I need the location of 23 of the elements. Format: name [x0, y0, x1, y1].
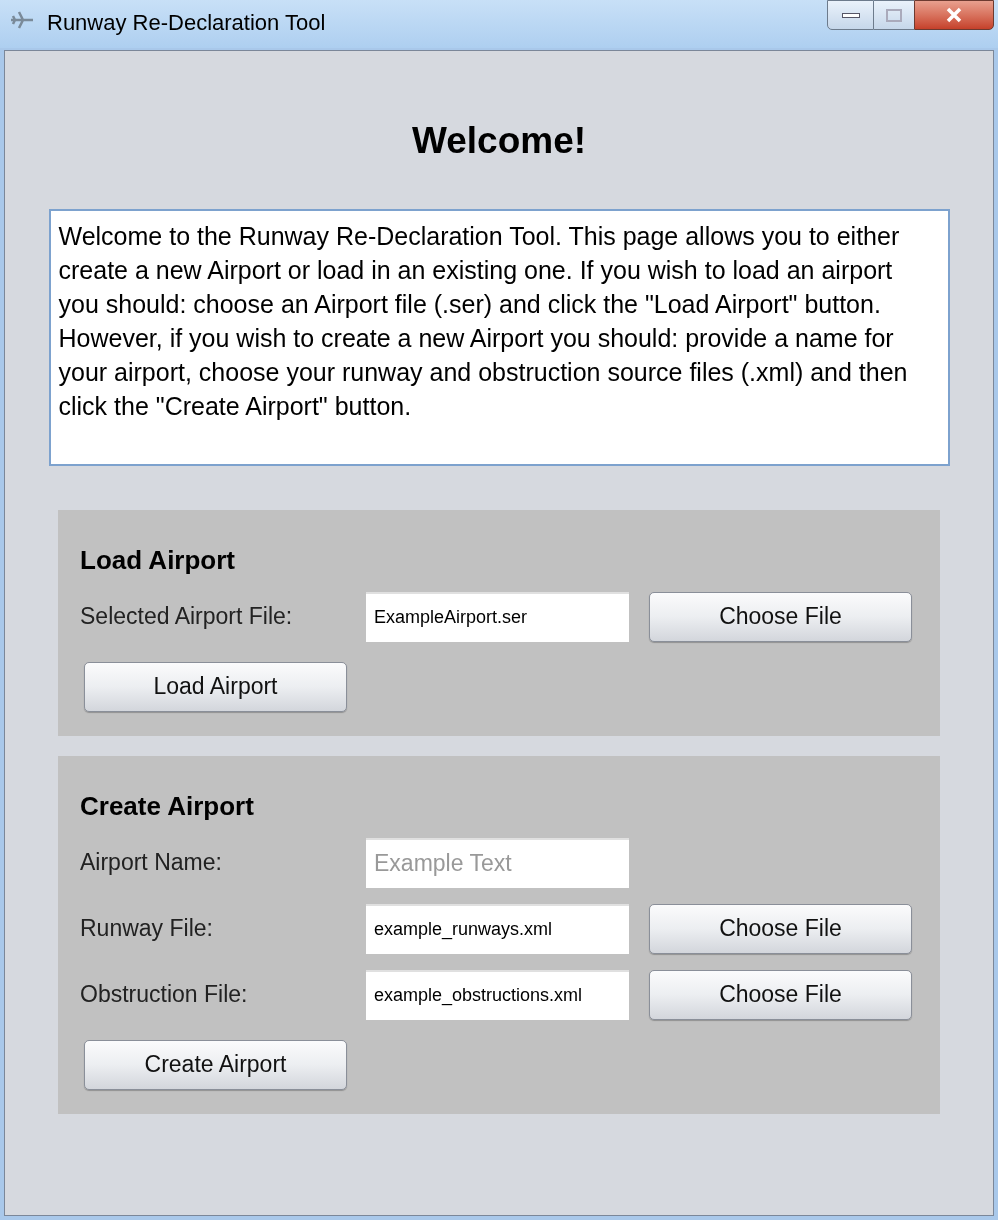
choose-file-button[interactable]: Choose File [649, 591, 912, 642]
file-path-field[interactable]: example_obstructions.xml [366, 969, 629, 1020]
field-label: Runway File: [80, 914, 214, 944]
maximize-button[interactable] [874, 0, 914, 30]
field-label: Selected Airport File: [80, 602, 294, 632]
field-label: Airport Name: [80, 848, 223, 878]
welcome-heading: Welcome! [411, 119, 587, 163]
window-title: Runway Re-Declaration Tool [47, 9, 326, 37]
choose-file-button[interactable]: Choose File [649, 969, 912, 1020]
section-action-button[interactable]: Load Airport [84, 661, 347, 712]
airplane-icon [9, 9, 35, 31]
airport-name-field[interactable]: Example Text [366, 837, 629, 888]
section-action-button[interactable]: Create Airport [84, 1039, 347, 1090]
choose-file-button[interactable]: Choose File [649, 903, 912, 954]
minimize-button[interactable] [827, 0, 874, 30]
file-path-field[interactable]: example_runways.xml [366, 903, 629, 954]
description-text-area: Welcome to the Runway Re-Declaration Tool. This page allows you to either create a new Airport or load in an existing one. If you wish to load an airport you should: choose an Airport file (.ser) and click the "Load Airport" button. However, if you wish to create a new Airport you should: provide a name for your airport, choose your runway and obstruction source files (.xml) and then click the "Create Airport" button. [48, 208, 950, 466]
file-path-field[interactable]: ExampleAirport.ser [366, 591, 629, 642]
section-title: Load Airport [80, 543, 237, 576]
close-icon [945, 7, 963, 23]
field-label: Obstruction File: [80, 980, 249, 1010]
section-title: Create Airport [80, 789, 255, 822]
close-button[interactable] [914, 0, 994, 30]
